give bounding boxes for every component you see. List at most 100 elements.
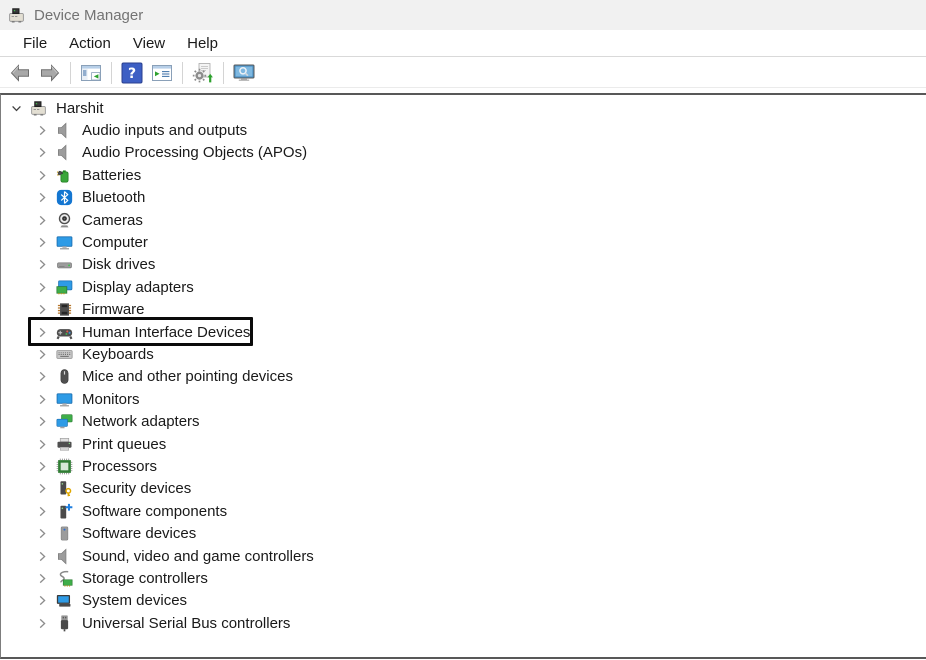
device-search-icon bbox=[233, 62, 255, 84]
tree-item-storage-controllers[interactable]: Storage controllers bbox=[1, 567, 926, 589]
tree-item-monitors[interactable]: Monitors bbox=[1, 388, 926, 410]
back-arrow-icon bbox=[9, 62, 31, 84]
menu-item-view[interactable]: View bbox=[123, 33, 175, 54]
chevron-right-icon[interactable] bbox=[37, 618, 48, 629]
chevron-down-icon[interactable] bbox=[11, 103, 22, 114]
tree-item-network-adapters-label: Network adapters bbox=[82, 413, 200, 430]
tree-item-cameras[interactable]: Cameras bbox=[1, 209, 926, 231]
tree-item-computer-label: Computer bbox=[82, 234, 148, 251]
chevron-right-icon[interactable] bbox=[37, 371, 48, 382]
firmware-chip-icon bbox=[56, 301, 73, 318]
disk-drive-icon bbox=[56, 256, 73, 273]
tree-item-computer[interactable]: Computer bbox=[1, 231, 926, 253]
tree-item-mice-and-other-pointing-devices[interactable]: Mice and other pointing devices bbox=[1, 366, 926, 388]
tree-item-keyboards[interactable]: Keyboards bbox=[1, 343, 926, 365]
network-adapter-icon bbox=[56, 413, 73, 430]
properties-window-icon bbox=[151, 62, 173, 84]
battery-icon bbox=[56, 167, 73, 184]
tree-item-security-devices[interactable]: Security devices bbox=[1, 478, 926, 500]
chevron-right-icon[interactable] bbox=[37, 304, 48, 315]
chevron-right-icon[interactable] bbox=[37, 461, 48, 472]
console-tree-icon bbox=[80, 62, 102, 84]
tree-item-software-components[interactable]: Software components bbox=[1, 500, 926, 522]
gamepad-icon bbox=[56, 324, 73, 341]
tree-item-bluetooth[interactable]: Bluetooth bbox=[1, 187, 926, 209]
chevron-right-icon[interactable] bbox=[37, 528, 48, 539]
toolbar-separator bbox=[111, 62, 112, 84]
toolbar-separator bbox=[70, 62, 71, 84]
chevron-right-icon[interactable] bbox=[37, 237, 48, 248]
printer-icon bbox=[56, 436, 73, 453]
device-manager-window: Device Manager FileActionViewHelp ? Hars… bbox=[0, 0, 926, 660]
chevron-right-icon[interactable] bbox=[37, 125, 48, 136]
chevron-right-icon[interactable] bbox=[37, 439, 48, 450]
speaker-icon bbox=[56, 548, 73, 565]
camera-icon bbox=[56, 212, 73, 229]
tree-item-network-adapters[interactable]: Network adapters bbox=[1, 410, 926, 432]
tree-item-sound-video-and-game-controllers[interactable]: Sound, video and game controllers bbox=[1, 545, 926, 567]
tree-item-audio-processing-objects-apos-label: Audio Processing Objects (APOs) bbox=[82, 144, 307, 161]
scan-for-hardware-changes-button[interactable] bbox=[189, 60, 217, 86]
chevron-right-icon[interactable] bbox=[37, 192, 48, 203]
chevron-right-icon[interactable] bbox=[37, 215, 48, 226]
tree-item-human-interface-devices[interactable]: Human Interface Devices bbox=[1, 321, 926, 343]
tree-item-software-devices-label: Software devices bbox=[82, 525, 196, 542]
chevron-right-icon[interactable] bbox=[37, 327, 48, 338]
tree-item-human-interface-devices-label: Human Interface Devices bbox=[82, 324, 250, 341]
tree-item-bluetooth-label: Bluetooth bbox=[82, 189, 145, 206]
keyboard-icon bbox=[56, 346, 73, 363]
chevron-right-icon[interactable] bbox=[37, 551, 48, 562]
tree-item-disk-drives-label: Disk drives bbox=[82, 256, 155, 273]
chevron-right-icon[interactable] bbox=[37, 147, 48, 158]
tree-item-display-adapters[interactable]: Display adapters bbox=[1, 276, 926, 298]
chevron-right-icon[interactable] bbox=[37, 416, 48, 427]
tree-item-mice-and-other-pointing-devices-label: Mice and other pointing devices bbox=[82, 368, 293, 385]
usb-icon bbox=[56, 615, 73, 632]
tree-item-firmware[interactable]: Firmware bbox=[1, 299, 926, 321]
tree-item-audio-processing-objects-apos[interactable]: Audio Processing Objects (APOs) bbox=[1, 142, 926, 164]
tree-item-universal-serial-bus-controllers[interactable]: Universal Serial Bus controllers bbox=[1, 612, 926, 634]
menu-item-file[interactable]: File bbox=[13, 33, 57, 54]
chevron-right-icon[interactable] bbox=[37, 595, 48, 606]
tree-item-print-queues[interactable]: Print queues bbox=[1, 433, 926, 455]
tree-item-monitors-label: Monitors bbox=[82, 391, 140, 408]
device-search-button[interactable] bbox=[230, 60, 258, 86]
chevron-right-icon[interactable] bbox=[37, 483, 48, 494]
chevron-right-icon[interactable] bbox=[37, 170, 48, 181]
properties-button[interactable] bbox=[148, 60, 176, 86]
storage-controller-icon bbox=[56, 570, 73, 587]
tree-root-harshit[interactable]: Harshit bbox=[1, 97, 926, 119]
toolbar: ? bbox=[0, 58, 926, 88]
display-adapter-icon bbox=[56, 279, 73, 296]
tree-item-processors[interactable]: Processors bbox=[1, 455, 926, 477]
chevron-right-icon[interactable] bbox=[37, 349, 48, 360]
device-manager-icon bbox=[30, 100, 47, 117]
bluetooth-icon bbox=[56, 189, 73, 206]
tree-item-audio-inputs-and-outputs[interactable]: Audio inputs and outputs bbox=[1, 119, 926, 141]
chevron-right-icon[interactable] bbox=[37, 394, 48, 405]
chevron-right-icon[interactable] bbox=[37, 506, 48, 517]
menu-item-help[interactable]: Help bbox=[177, 33, 228, 54]
svg-text:?: ? bbox=[128, 66, 136, 82]
show-console-tree-button[interactable] bbox=[77, 60, 105, 86]
menu-item-action[interactable]: Action bbox=[59, 33, 121, 54]
chevron-right-icon[interactable] bbox=[37, 259, 48, 270]
software-component-icon bbox=[56, 503, 73, 520]
menubar: FileActionViewHelp bbox=[0, 30, 926, 57]
tree-item-system-devices-label: System devices bbox=[82, 592, 187, 609]
forward-button[interactable] bbox=[36, 60, 64, 86]
tree-item-storage-controllers-label: Storage controllers bbox=[82, 570, 208, 587]
tree-item-software-devices[interactable]: Software devices bbox=[1, 522, 926, 544]
device-tree: HarshitAudio inputs and outputs Audio Pro… bbox=[1, 95, 926, 634]
tree-item-system-devices[interactable]: System devices bbox=[1, 590, 926, 612]
tree-item-security-devices-label: Security devices bbox=[82, 480, 191, 497]
tree-item-batteries[interactable]: Batteries bbox=[1, 164, 926, 186]
mouse-icon bbox=[56, 368, 73, 385]
chevron-right-icon[interactable] bbox=[37, 282, 48, 293]
toolbar-separator bbox=[182, 62, 183, 84]
tree-item-disk-drives[interactable]: Disk drives bbox=[1, 254, 926, 276]
back-button[interactable] bbox=[6, 60, 34, 86]
help-button[interactable]: ? bbox=[118, 60, 146, 86]
chevron-right-icon[interactable] bbox=[37, 573, 48, 584]
help-icon: ? bbox=[121, 62, 143, 84]
